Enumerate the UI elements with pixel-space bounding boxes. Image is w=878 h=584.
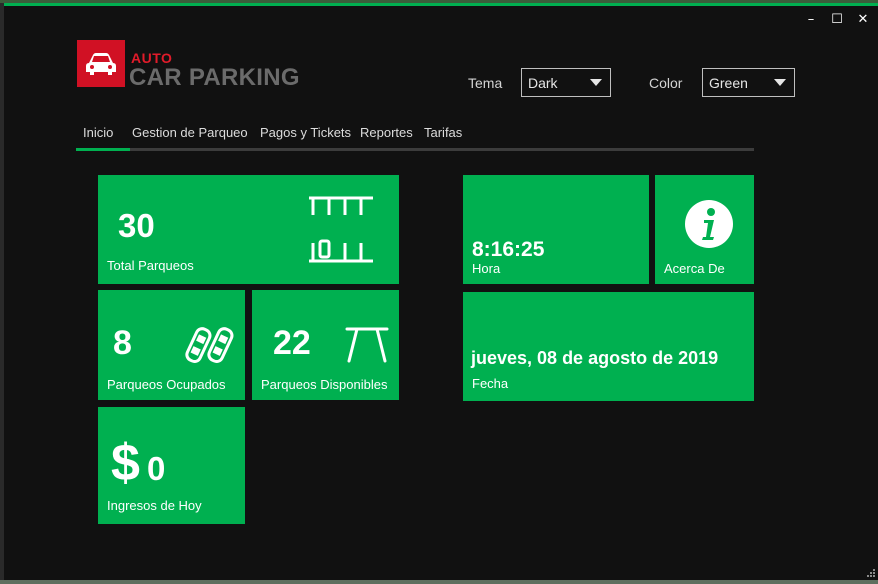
parqueos-disponibles-label: Parqueos Disponibles [261, 377, 388, 392]
info-icon [685, 200, 733, 248]
color-select-value: Green [709, 75, 748, 91]
tab-pagos-y-tickets[interactable]: Pagos y Tickets [260, 125, 351, 140]
hora-value: 8:16:25 [472, 238, 545, 261]
parking-slots-icon [309, 196, 373, 263]
tab-inicio[interactable]: Inicio [83, 125, 113, 140]
tab-tarifas[interactable]: Tarifas [424, 125, 462, 140]
hora-label: Hora [472, 261, 501, 276]
dollar-icon: $ [111, 434, 140, 492]
parked-cars-icon [185, 327, 234, 363]
car-icon [77, 40, 125, 87]
tile-parqueos-disponibles[interactable]: 22 Parqueos Disponibles [252, 290, 399, 400]
theme-select-value: Dark [528, 75, 558, 91]
logo-name-text: CAR PARKING [129, 64, 300, 91]
total-parqueos-value: 30 [118, 207, 155, 244]
color-select[interactable]: Green [702, 68, 795, 97]
ingresos-value: 0 [147, 450, 166, 487]
main-tabs: Inicio Gestion de Parqueo Pagos y Ticket… [76, 125, 754, 151]
minimize-button[interactable]: – [804, 13, 818, 27]
fecha-label: Fecha [472, 376, 509, 391]
tile-total-parqueos[interactable]: 30 Total Parqueos [98, 175, 399, 284]
color-label: Color [649, 75, 683, 91]
parqueos-ocupados-label: Parqueos Ocupados [107, 377, 226, 392]
desktop-background-bottom [0, 580, 878, 584]
parqueos-ocupados-value: 8 [113, 324, 132, 362]
maximize-button[interactable]: ☐ [830, 13, 844, 27]
tab-gestion-de-parqueo[interactable]: Gestion de Parqueo [132, 125, 248, 140]
theme-select[interactable]: Dark [521, 68, 611, 97]
window-controls: – ☐ ✕ [804, 13, 870, 27]
acerca-de-label: Acerca De [664, 261, 725, 276]
parqueos-disponibles-value: 22 [273, 324, 311, 362]
ingresos-label: Ingresos de Hoy [107, 498, 202, 513]
active-tab-indicator [76, 148, 130, 151]
tile-hora[interactable]: 8:16:25 Hora [463, 175, 649, 284]
empty-slot-icon [345, 327, 389, 363]
chevron-down-icon [774, 79, 786, 86]
tile-ingresos-de-hoy[interactable]: $ 0 Ingresos de Hoy [98, 407, 245, 524]
theme-label: Tema [468, 75, 503, 91]
tab-reportes[interactable]: Reportes [360, 125, 413, 140]
total-parqueos-label: Total Parqueos [107, 258, 194, 273]
tile-fecha[interactable]: jueves, 08 de agosto de 2019 Fecha [463, 292, 754, 401]
app-window: – ☐ ✕ AUTO CAR PARKING Tema Dark Color G… [4, 3, 878, 580]
tile-acerca-de[interactable]: Acerca De [655, 175, 754, 284]
chevron-down-icon [590, 79, 602, 86]
resize-grip-icon[interactable] [867, 569, 875, 577]
close-button[interactable]: ✕ [856, 13, 870, 27]
fecha-value: jueves, 08 de agosto de 2019 [471, 348, 719, 368]
tile-parqueos-ocupados[interactable]: 8 Parqueos Ocupados [98, 290, 245, 400]
